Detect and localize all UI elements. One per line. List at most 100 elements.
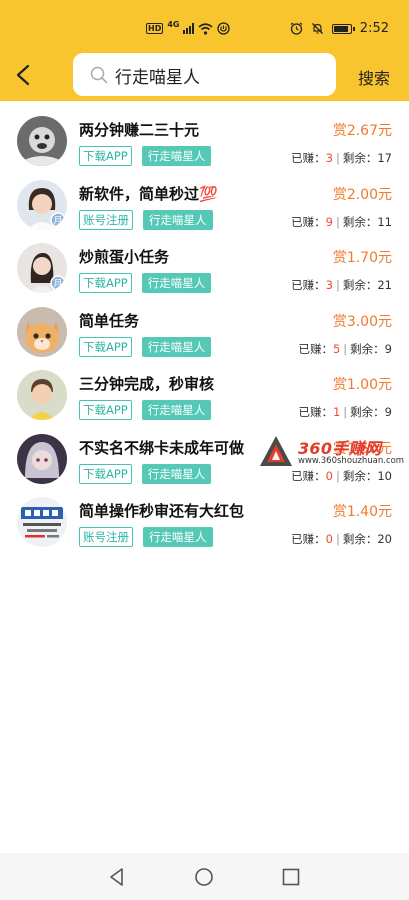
remaining-label: 剩余： <box>342 278 378 292</box>
earned-count: 0 <box>325 532 333 546</box>
task-tags: 下载APP 行走喵星人 <box>79 273 212 293</box>
task-reward: 赏1.70元 <box>332 250 392 266</box>
task-tags: 下载APP 行走喵星人 <box>79 463 212 484</box>
earned-label: 已赚： <box>298 341 333 356</box>
watermark-logo-icon <box>260 436 292 466</box>
remaining-count: 10 <box>377 468 392 483</box>
remaining-count: 9 <box>384 405 392 419</box>
search-button[interactable]: 搜索 <box>358 65 390 89</box>
remaining-count: 17 <box>377 151 392 165</box>
nav-home-icon[interactable] <box>194 867 214 887</box>
remaining-count: 9 <box>384 341 392 356</box>
remaining-label: 剩余： <box>342 468 378 483</box>
network-badge: HD <box>146 23 164 34</box>
task-reward: 赏2.00元 <box>332 186 392 203</box>
task-item[interactable]: 简单任务 赏3.00元 下载APP 行走喵星人 已赚：5 | 剩余：9 <box>0 299 409 363</box>
watermark-url: www.360shouzhuan.com <box>298 456 405 466</box>
task-item[interactable]: 两分钟赚二三十元 赏2.67元 下载APP 行走喵星人 已赚：3 | 剩余：17 <box>0 108 409 172</box>
battery-icon <box>331 23 355 34</box>
task-title: 两分钟赚二三十元 <box>79 121 200 139</box>
task-tags: 账号注册 行走喵星人 <box>79 527 213 547</box>
task-stats: 已赚：5 | 剩余：9 <box>298 341 392 356</box>
wifi-icon <box>198 22 214 35</box>
task-title: 三分钟完成，秒审核 <box>79 375 215 393</box>
task-stats: 已赚：1 | 剩余：9 <box>298 405 392 419</box>
app-notification-icon <box>217 22 231 35</box>
avatar <box>17 306 67 357</box>
task-title: 简单操作秒审还有大红包 <box>79 502 245 520</box>
task-item[interactable]: 月 炒煎蛋小任务 赏1.70元 下载APP 行走喵星人 已赚：3 | 剩余：21 <box>0 235 409 299</box>
remaining-count: 21 <box>377 278 392 292</box>
task-tags: 下载APP 行走喵星人 <box>79 400 212 420</box>
task-stats: 已赚：3 | 剩余：21 <box>291 278 392 292</box>
task-app-tag: 行走喵星人 <box>143 527 213 547</box>
status-bar: HD 4G 2:52 <box>0 0 409 40</box>
remaining-count: 20 <box>377 532 392 546</box>
earned-count: 1 <box>332 405 341 419</box>
status-right: 2:52 <box>290 21 389 36</box>
task-type-tag: 下载APP <box>79 463 132 484</box>
task-stats: 已赚：3 | 剩余：17 <box>291 151 392 165</box>
avatar <box>17 370 67 420</box>
earned-label: 已赚： <box>298 405 333 419</box>
task-type-tag: 下载APP <box>79 400 132 420</box>
status-time: 2:52 <box>359 21 389 36</box>
svg-text:月: 月 <box>53 215 62 226</box>
task-tags: 下载APP 行走喵星人 <box>79 146 212 166</box>
task-tags: 账号注册 行走喵星人 <box>79 209 213 230</box>
task-app-tag: 行走喵星人 <box>141 463 212 484</box>
task-item[interactable]: 三分钟完成，秒审核 赏1.00元 下载APP 行走喵星人 已赚：1 | 剩余：9 <box>0 362 409 426</box>
task-app-tag: 行走喵星人 <box>141 336 212 357</box>
task-app-tag: 行走喵星人 <box>141 400 212 420</box>
remaining-label: 剩余： <box>342 532 378 546</box>
task-list: 两分钟赚二三十元 赏2.67元 下载APP 行走喵星人 已赚：3 | 剩余：17 月… <box>0 108 409 553</box>
task-app-tag: 行走喵星人 <box>143 209 213 230</box>
task-title: 不实名不绑卡未成年可做 <box>79 438 245 457</box>
status-left: HD 4G <box>146 20 231 35</box>
task-stats: 已赚：0 | 剩余：20 <box>291 532 392 546</box>
search-icon <box>90 66 108 84</box>
search-input[interactable] <box>115 62 325 88</box>
task-type-tag: 账号注册 <box>79 527 133 547</box>
task-type-tag: 下载APP <box>79 336 132 357</box>
remaining-label: 剩余： <box>342 151 378 165</box>
signal-icon <box>183 23 195 34</box>
earned-label: 已赚： <box>291 214 326 229</box>
task-item[interactable]: 简单操作秒审还有大红包 赏1.40元 账号注册 行走喵星人 已赚：0 | 剩余：20 <box>0 489 409 553</box>
earned-count: 9 <box>325 214 333 229</box>
earned-label: 已赚： <box>291 468 326 483</box>
svg-text:月: 月 <box>53 279 62 290</box>
mute-icon <box>311 23 323 34</box>
avatar: 月 <box>17 243 67 293</box>
earned-count: 3 <box>325 278 333 292</box>
avatar: 月 <box>17 179 67 230</box>
back-arrow-icon[interactable] <box>14 64 32 86</box>
task-reward: 赏1.40元 <box>332 504 392 520</box>
task-type-tag: 下载APP <box>79 273 132 293</box>
task-type-tag: 下载APP <box>79 146 132 166</box>
system-nav-bar <box>0 853 409 900</box>
watermark: 360手赚网 www.360shouzhuan.com <box>258 434 408 470</box>
task-item[interactable]: 月 新软件，简单秒过💯 赏2.00元 账号注册 行走喵星人 已赚：9 | 剩余：11 <box>0 172 409 236</box>
remaining-label: 剩余： <box>342 214 378 229</box>
remaining-label: 剩余： <box>350 341 385 356</box>
task-tags: 下载APP 行走喵星人 <box>79 336 212 357</box>
search-box[interactable] <box>73 53 336 96</box>
earned-count: 3 <box>325 151 333 165</box>
task-reward: 赏1.00元 <box>332 377 392 393</box>
task-app-tag: 行走喵星人 <box>141 146 212 166</box>
avatar <box>17 433 67 484</box>
earned-label: 已赚： <box>291 151 326 165</box>
nav-recents-icon[interactable] <box>281 867 301 887</box>
task-title: 炒煎蛋小任务 <box>79 248 170 266</box>
app-header: HD 4G 2:52 搜索 <box>0 0 409 101</box>
avatar <box>17 116 67 166</box>
earned-label: 已赚： <box>291 278 326 292</box>
alarm-icon <box>290 22 303 35</box>
earned-label: 已赚： <box>291 532 326 546</box>
task-type-tag: 账号注册 <box>79 209 133 230</box>
nav-back-icon[interactable] <box>107 867 127 887</box>
task-reward: 赏3.00元 <box>332 313 392 330</box>
task-title: 简单任务 <box>79 311 140 330</box>
task-reward: 赏2.67元 <box>332 123 392 139</box>
